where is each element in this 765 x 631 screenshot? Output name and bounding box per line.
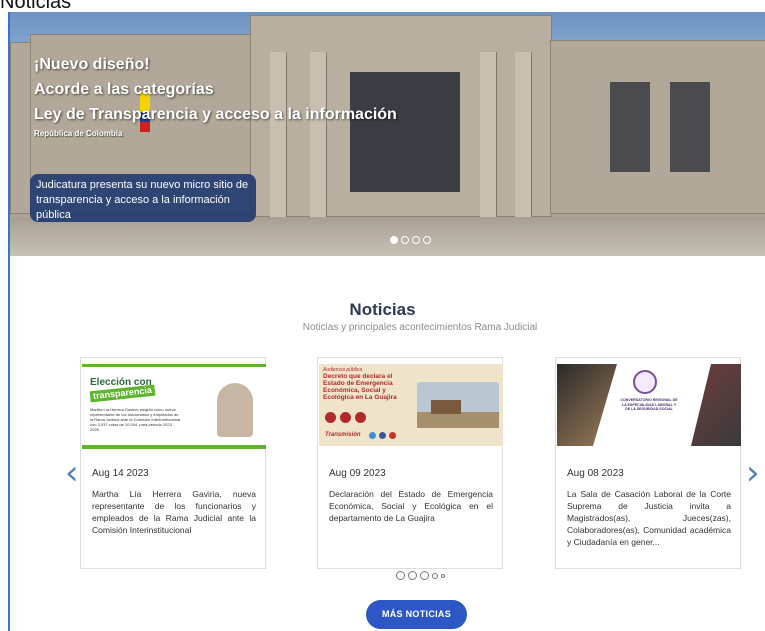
hero-entrance bbox=[350, 72, 460, 192]
news-card-1-image[interactable]: Elección con transparencia Martha Lía He… bbox=[82, 364, 266, 449]
news-dot-5[interactable] bbox=[441, 573, 445, 578]
news-card-2[interactable]: Audiencia pública Decreto que declara el… bbox=[317, 357, 503, 569]
news-dot-3[interactable] bbox=[420, 571, 429, 580]
news-card-2-image[interactable]: Audiencia pública Decreto que declara el… bbox=[319, 364, 503, 446]
hero-dot-2[interactable] bbox=[401, 236, 409, 244]
section-title: Noticias bbox=[349, 300, 416, 319]
card-3-img-title: CONVERSATORIO REGIONAL DE LA ESPECIALIDA… bbox=[620, 398, 678, 411]
more-news-button[interactable]: MÁS NOTICIAS bbox=[366, 600, 467, 629]
news-card-summary[interactable]: Declaración del Estado de Emergencia Eco… bbox=[329, 488, 493, 524]
news-card-1[interactable]: Elección con transparencia Martha Lía He… bbox=[80, 357, 266, 569]
hero-caption-box[interactable]: Judicatura presenta su nuevo micro sitio… bbox=[30, 174, 256, 222]
chevron-right-icon[interactable]: › bbox=[746, 456, 760, 490]
hero-plaza bbox=[10, 217, 765, 256]
hero-building-right bbox=[550, 40, 765, 214]
card-1-img-caption: Martha Lía Herrera Gaviria, elegida como… bbox=[90, 407, 181, 432]
news-dot-4[interactable] bbox=[432, 572, 438, 579]
card-2-img-title: Decreto que declara el Estado de Emergen… bbox=[323, 373, 397, 401]
news-card-date: Aug 09 2023 bbox=[329, 468, 386, 479]
hero-country-label: República de Colombia bbox=[34, 129, 123, 138]
news-card-3[interactable]: CONVERSATORIO REGIONAL DE LA ESPECIALIDA… bbox=[555, 357, 741, 569]
news-card-date: Aug 08 2023 bbox=[567, 468, 624, 479]
avatar bbox=[217, 383, 253, 437]
news-carousel-dots bbox=[396, 571, 445, 580]
chevron-left-icon[interactable]: ‹ bbox=[65, 456, 79, 490]
news-dot-1[interactable] bbox=[396, 571, 405, 580]
section-subtitle: Noticias y principales acontecimientos R… bbox=[302, 322, 538, 333]
news-card-summary[interactable]: Martha Lía Herrera Gaviria, nueva repres… bbox=[92, 488, 256, 536]
hero-dot-3[interactable] bbox=[412, 236, 420, 244]
social-icons bbox=[369, 432, 396, 439]
seal-icon bbox=[633, 370, 657, 394]
hero-carousel-dots bbox=[390, 236, 431, 244]
card-1-img-title: Elección con transparencia bbox=[89, 377, 156, 403]
news-card-summary[interactable]: La Sala de Casación Laboral de la Corte … bbox=[567, 488, 731, 548]
hero-headline-2: Acorde a las categorías bbox=[34, 81, 214, 98]
hero-headline-3: Ley de Transparencia y acceso a la infor… bbox=[34, 106, 397, 123]
news-card-date: Aug 14 2023 bbox=[92, 468, 149, 479]
hero-headline-1: ¡Nuevo diseño! bbox=[34, 56, 150, 73]
news-card-3-image[interactable]: CONVERSATORIO REGIONAL DE LA ESPECIALIDA… bbox=[557, 364, 741, 446]
hero-banner[interactable]: ¡Nuevo diseño! Acorde a las categorías L… bbox=[10, 12, 765, 256]
hero-dot-1[interactable] bbox=[390, 236, 398, 244]
news-dot-2[interactable] bbox=[408, 571, 417, 580]
card-2-img-label: Transmisión bbox=[325, 432, 361, 438]
hero-dot-4[interactable] bbox=[423, 236, 431, 244]
card-2-img-icons bbox=[325, 412, 366, 423]
card-2-img-photo bbox=[417, 382, 499, 428]
